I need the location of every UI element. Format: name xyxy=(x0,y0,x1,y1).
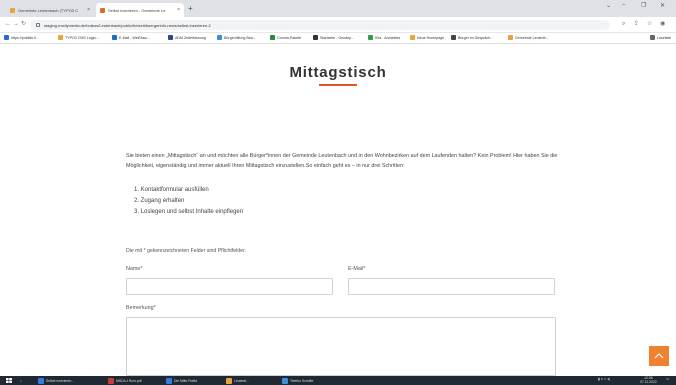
bookmark-favicon-icon xyxy=(270,35,275,40)
bookmark-favicon-icon xyxy=(451,35,456,40)
tab-gemeinde-leutenbach[interactable]: Gemeinde Leutenbach (TYPO3 C × xyxy=(6,3,94,17)
steps-list: 1. Kontaktformular ausfüllen 2. Zugang e… xyxy=(134,185,243,218)
bookmark-favicon-icon xyxy=(368,35,373,40)
app-icon xyxy=(166,377,172,384)
lock-icon xyxy=(36,23,40,27)
taskbar-item[interactable]: Telefon Schritte xyxy=(282,377,313,384)
email-label: E-Mail* xyxy=(348,266,366,272)
comment-textarea[interactable] xyxy=(126,317,556,376)
bookmark-favicon-icon xyxy=(217,35,222,40)
url-text: staging.rmcitymedia.de/hoteus/Leutenbach… xyxy=(44,22,211,28)
profile-icon[interactable]: ◉ xyxy=(660,21,665,28)
bookmark-favicon-icon xyxy=(313,35,318,40)
reading-list[interactable]: Leseliste xyxy=(650,35,671,40)
bookmark-favicon-icon xyxy=(508,35,513,40)
chrome-icon xyxy=(38,377,44,384)
back-arrow-icon[interactable]: ← xyxy=(5,21,11,28)
list-item: 1. Kontaktformular ausfüllen xyxy=(134,187,209,193)
app-icon xyxy=(226,377,232,384)
bookmark-item[interactable]: Kita - Anmeldes xyxy=(368,35,400,40)
list-item: 3. Loslegen und selbst Inhalte einpflege… xyxy=(134,209,244,215)
clock: 12:06 07.11.2022 xyxy=(640,376,657,384)
email-field[interactable] xyxy=(348,278,555,295)
bookmark-item[interactable]: TYPO3 CMS Login:... xyxy=(58,35,100,40)
search-icon[interactable]: ⌕ xyxy=(20,377,22,384)
required-fields-note: Die mit * gekennzeichneten Felder sind P… xyxy=(126,248,246,254)
close-window-icon[interactable]: ✕ xyxy=(660,2,665,9)
close-tab-icon[interactable]: × xyxy=(87,7,90,13)
bookmark-item[interactable]: E-Mail - Weißhau... xyxy=(112,35,150,40)
notifications-icon[interactable]: ▭ xyxy=(666,377,669,382)
site-favicon-icon xyxy=(100,7,105,13)
tray-icons[interactable]: ▮ ∧ ◐ ◂) xyxy=(598,377,610,382)
name-field[interactable] xyxy=(126,278,333,295)
new-tab-button[interactable]: + xyxy=(188,4,193,14)
bookmark-item[interactable]: Corona-Pakete xyxy=(270,35,301,40)
bookmarks-bar: https://publish.li... TYPO3 CMS Login:..… xyxy=(0,33,676,44)
star-icon[interactable]: ☆ xyxy=(647,21,652,28)
scroll-to-top-button[interactable] xyxy=(649,346,669,366)
zoom-icon[interactable]: ⌕ xyxy=(622,21,625,28)
windows-start-icon[interactable] xyxy=(6,378,12,383)
bookmark-item[interactable]: ADM Zeiterfassung xyxy=(168,35,206,40)
bookmark-favicon-icon xyxy=(410,35,415,40)
bookmark-favicon-icon xyxy=(112,35,117,40)
bookmark-item[interactable]: Neue Homepage xyxy=(410,35,444,40)
forward-arrow-icon[interactable]: → xyxy=(13,21,19,28)
bookmark-item[interactable]: Startseite - Geodep... xyxy=(313,35,354,40)
taskbar: ⌕ Selbst inserieren... MSDA-f Rum.pdf Di… xyxy=(0,376,676,385)
url-input[interactable]: staging.rmcitymedia.de/hoteus/Leutenbach… xyxy=(30,20,610,30)
bookmark-item[interactable]: Bürger im Gespräch... xyxy=(451,35,493,40)
close-tab-icon[interactable]: × xyxy=(177,7,180,13)
tab-label: Selbst inserieren - Gemeinde Le xyxy=(108,7,166,13)
taskbar-item[interactable]: Leutenb... xyxy=(226,377,249,384)
chevron-up-icon xyxy=(654,353,664,359)
chevron-down-icon[interactable]: ⌄ xyxy=(606,2,611,9)
app-icon xyxy=(282,377,288,384)
tab-label: Gemeinde Leutenbach (TYPO3 C xyxy=(18,7,79,13)
minimize-icon[interactable]: – xyxy=(622,2,625,8)
title-underline xyxy=(319,84,357,86)
bookmark-item[interactable]: Bürgerhilfung Bea... xyxy=(217,35,256,40)
reading-list-icon xyxy=(650,35,655,40)
typo3-favicon-icon xyxy=(10,7,15,13)
comment-label: Bemerkung* xyxy=(126,305,156,311)
page-title: Mittagstisch xyxy=(289,64,387,81)
bookmark-favicon-icon xyxy=(4,35,9,40)
share-icon[interactable]: ⇪ xyxy=(634,21,639,28)
taskbar-item[interactable]: Selbst inserieren... xyxy=(38,377,74,384)
clock-date: 07.11.2022 xyxy=(640,379,657,384)
bookmark-favicon-icon xyxy=(168,35,173,40)
list-item: 2. Zugang erhalten xyxy=(134,198,185,204)
bookmark-item[interactable]: https://publish.li... xyxy=(4,35,39,40)
address-bar: ← → ↻ staging.rmcitymedia.de/hoteus/Leut… xyxy=(0,17,676,33)
taskbar-item[interactable]: MSDA-f Rum.pdf xyxy=(108,377,142,384)
browser-tabbar: Gemeinde Leutenbach (TYPO3 C × Selbst in… xyxy=(0,0,676,17)
tab-selbst-inserieren[interactable]: Selbst inserieren - Gemeinde Le × xyxy=(96,3,184,17)
taskbar-item[interactable]: Die Mitte Rufild xyxy=(166,377,197,384)
maximize-icon[interactable]: ❐ xyxy=(641,2,646,9)
name-label: Name* xyxy=(126,266,143,272)
pdf-icon xyxy=(108,377,114,384)
bookmark-item[interactable]: Gemeinde Leutenb... xyxy=(508,35,549,40)
reload-icon[interactable]: ↻ xyxy=(21,21,26,28)
bookmark-favicon-icon xyxy=(58,35,63,40)
intro-text: Sie bieten einen „Mittagstisch“ an und m… xyxy=(126,153,558,169)
